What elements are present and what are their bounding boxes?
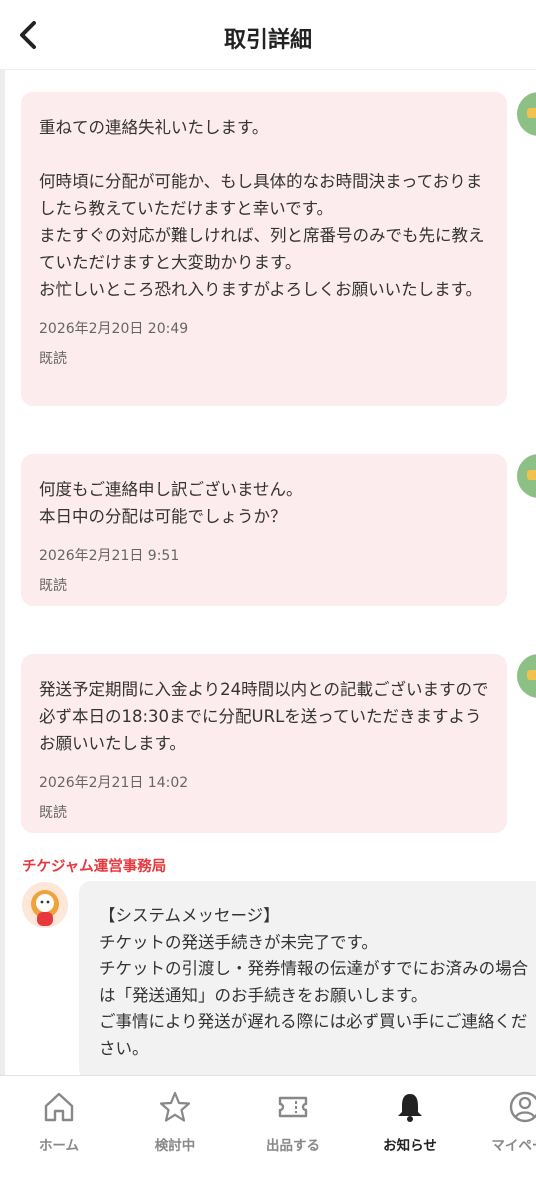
header: 取引詳細 [0,0,536,70]
message-bubble: 発送予定期間に入金より24時間以内との記載ございますので必ず本日の18:30まで… [21,654,507,833]
message-text: 重ねての連絡失礼いたします。 何時頃に分配が可能か、もし具体的なお時間決まってお… [39,118,485,299]
read-status: 既読 [39,351,67,367]
tab-home[interactable]: ホーム [4,1088,114,1154]
message-bubble: 重ねての連絡失礼いたします。 何時頃に分配が可能か、もし具体的なお時間決まってお… [21,92,507,406]
user-icon [509,1091,536,1123]
star-icon [159,1091,191,1122]
message-list[interactable]: 重ねての連絡失礼いたします。 何時頃に分配が可能か、もし具体的なお時間決まってお… [0,70,536,1075]
tab-sell[interactable]: 出品する [238,1088,348,1154]
system-message-text: 【システムメッセージ】 チケットの発送手続きが未完了です。 チケットの引渡し・発… [99,906,529,1058]
message-time: 2026年2月21日 9:51 [39,548,180,564]
message-time: 2026年2月20日 20:49 [39,321,189,337]
read-status: 既読 [39,805,67,821]
message-time: 2026年2月21日 14:02 [39,775,189,791]
avatar[interactable] [517,454,536,498]
avatar[interactable] [517,654,536,698]
tab-label: お知らせ [383,1138,437,1154]
tab-favorites[interactable]: 検討中 [120,1088,230,1154]
message-text: 発送予定期間に入金より24時間以内との記載ございますので必ず本日の18:30まで… [39,680,489,753]
mascot-icon [22,882,68,928]
page-title: 取引詳細 [223,28,312,53]
tab-label: 検討中 [154,1138,196,1154]
tab-label: マイページ [491,1138,536,1154]
bell-icon [398,1094,422,1122]
read-status: 既読 [39,578,67,594]
tab-bar: ホーム 検討中 出品する お知らせ マイペ [0,1075,536,1200]
message-bubble: 何度もご連絡申し訳ございません。 本日中の分配は可能でしょうか？ 2026年2月… [21,454,507,606]
home-icon [44,1092,74,1122]
tab-mypage[interactable]: マイページ [470,1088,536,1154]
tab-notifications[interactable]: お知らせ [355,1088,465,1154]
system-avatar[interactable] [22,882,68,928]
ticket-icon [278,1096,308,1118]
tab-label: ホーム [38,1138,80,1154]
avatar[interactable] [517,92,536,136]
tab-label: 出品する [266,1138,320,1154]
sender-name: チケジャム運営事務局 [22,859,167,875]
system-message-bubble: 【システムメッセージ】 チケットの発送手続きが未完了です。 チケットの引渡し・発… [79,881,536,1075]
message-text: 何度もご連絡申し訳ございません。 本日中の分配は可能でしょうか？ [39,480,303,526]
